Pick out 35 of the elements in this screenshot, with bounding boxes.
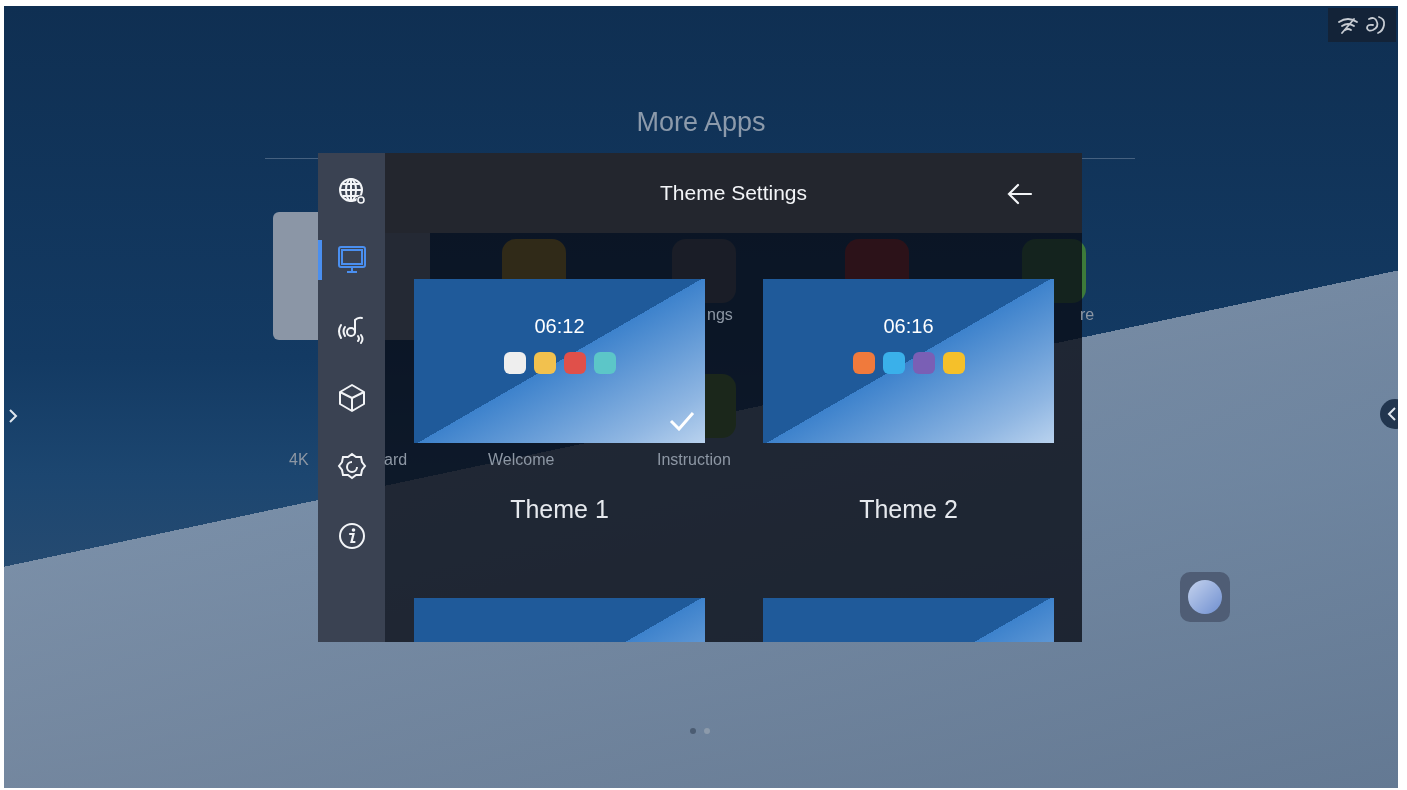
mini-app-icon: [503, 352, 526, 374]
app-label: 4K: [289, 451, 309, 469]
page-dot[interactable]: [690, 728, 696, 734]
preview-clock: 06:12: [534, 315, 585, 338]
theme-label: Theme 2: [859, 495, 958, 524]
monitor-icon: [336, 245, 367, 275]
theme-preview[interactable]: 06:16: [763, 279, 1054, 443]
mini-app-icon: [852, 352, 875, 374]
app-label: Instruction: [657, 451, 731, 469]
cube-icon: [336, 383, 367, 413]
globe-gear-icon: [336, 176, 367, 206]
mini-app-icon: [593, 352, 616, 374]
link-icon: [1365, 15, 1387, 35]
mini-app-icon: [882, 352, 905, 374]
theme-preview[interactable]: 06:12: [414, 279, 705, 443]
wifi-off-icon: [1337, 16, 1359, 34]
mini-app-icon: [563, 352, 586, 374]
mini-app-icon: [942, 352, 965, 374]
mini-app-icon: [912, 352, 935, 374]
mini-app-icon: [533, 352, 556, 374]
app-label: Welcome: [488, 451, 555, 469]
floating-ball-button[interactable]: [1180, 572, 1230, 622]
chevron-left-icon: [1386, 406, 1398, 422]
page-dot[interactable]: [704, 728, 710, 734]
dialog-title: Theme Settings: [659, 181, 808, 205]
app-label: re: [1080, 306, 1095, 324]
preview-clock: 06:16: [883, 315, 934, 338]
gear-icon: [336, 452, 367, 482]
chevron-right-icon[interactable]: [7, 408, 19, 424]
info-icon: [336, 521, 367, 551]
theme-label: Theme 1: [510, 495, 609, 524]
check-icon: [669, 411, 695, 431]
page-title: More Apps: [635, 107, 767, 138]
app-label: ngs: [707, 306, 733, 324]
app-label: ard: [384, 451, 408, 469]
